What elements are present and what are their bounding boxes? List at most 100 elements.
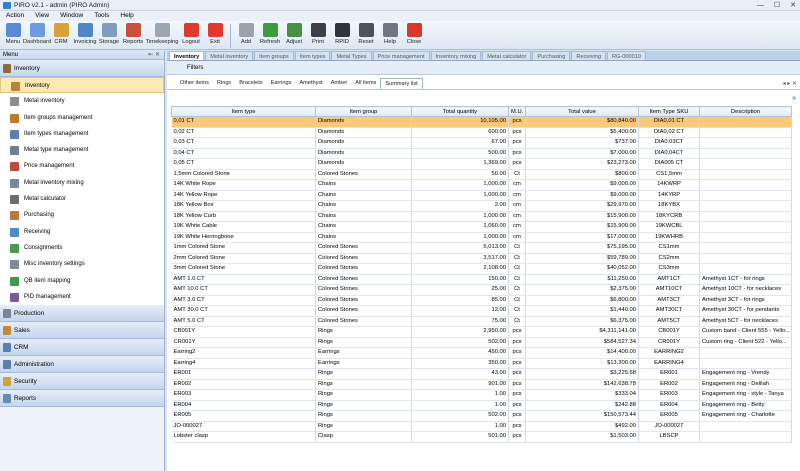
table-row[interactable]: ER005 Rings 502.00 pcs $150,573.44 ER005 Engag…: [171, 410, 792, 422]
sidebar-item-metal-inventory-mixing[interactable]: Metal inventory mixing: [0, 175, 164, 191]
table-row[interactable]: AMT 10.0 CT Colored Stones 25.00 Ct $2,375.0…: [171, 284, 792, 296]
table-row[interactable]: 1,5mm Colored Stone Colored Stones 50.00 Ct…: [171, 169, 792, 180]
sidebar-item-qb-item-mapping[interactable]: QB item mapping: [0, 273, 164, 289]
tab-purchasing[interactable]: Purchasing: [532, 51, 571, 60]
table-row[interactable]: 0,03 CT Diamonds 67.00 pcs $737.00 DIA0.03CT: [171, 137, 792, 149]
toolbar-logout-button[interactable]: Logout: [179, 21, 203, 50]
table-row[interactable]: AMT 3.0 CT Colored Stones 85.00 Ct $6,800.00…: [171, 295, 792, 306]
toolbar-rpid-button[interactable]: RPID: [330, 21, 354, 50]
table-row[interactable]: ER002 Rings 901.00 pcs $142,638.78 ER002 Engag…: [171, 379, 792, 390]
column-header-item-type-sku[interactable]: Item Type SKU: [638, 106, 700, 117]
sidebar-item-receiving[interactable]: Receiving: [0, 224, 164, 240]
toolbar-crm-button[interactable]: CRM: [49, 21, 73, 50]
sidebar-item-misc-inventory-settings[interactable]: Misc inventory settings: [0, 256, 164, 272]
sidebar-item-pid-management[interactable]: PID management: [0, 289, 164, 305]
sidebar-item-metal-calculator[interactable]: Metal calculator: [0, 191, 164, 207]
table-row[interactable]: JO-000027 Rings 1.00 pcs $492.00 JO-000027: [171, 421, 792, 432]
subtab-amethyst[interactable]: Amethyst: [295, 78, 326, 89]
table-row[interactable]: AMT 5.0 CT Colored Stones 75.00 Ct $6,375.00…: [171, 316, 792, 327]
table-row[interactable]: 19K White Cable Chains 1,060.00 cm $15,900.0…: [171, 221, 792, 233]
table-row[interactable]: 0,01 CT Diamonds 10,105.00 pcs $80,840.00 DIA…: [171, 116, 792, 128]
menu-tools[interactable]: Tools: [91, 11, 117, 21]
table-row[interactable]: CB001Y Rings 2,950.00 pcs $4,311,141.00 CB001…: [171, 326, 792, 338]
minimize-icon[interactable]: —: [757, 0, 764, 11]
sidebar-item-inventory[interactable]: Inventory: [0, 77, 164, 94]
table-row[interactable]: Earring2 Earrings 450.00 pcs $14,400.00 EARRI…: [171, 347, 792, 359]
table-row[interactable]: 19K White Herringbone Chains 1,000.00 cm $17…: [171, 232, 792, 243]
menu-help[interactable]: Help: [117, 11, 141, 21]
column-header-total-quantity[interactable]: Total quantity: [411, 106, 509, 117]
column-header-item-type[interactable]: Item type: [171, 106, 316, 117]
toolbar-reports-button[interactable]: Reports: [121, 21, 145, 50]
table-row[interactable]: ER004 Rings 1.00 pcs $242.88 ER004 Engagement …: [171, 400, 792, 411]
tab-inventory-mixing[interactable]: Inventory mixing: [430, 51, 482, 60]
table-row[interactable]: 2mm Colored Stone Colored Stones 3,517.00 C…: [171, 253, 792, 264]
tab-price-management[interactable]: Price management: [372, 51, 430, 60]
sidebar-group-security[interactable]: Security: [0, 373, 164, 391]
toolbar-reset-button[interactable]: Reset: [354, 21, 378, 50]
table-row[interactable]: 0,02 CT Diamonds 600.00 pcs $5,400.00 DIA0,02…: [171, 127, 792, 138]
subtab-nav-icons[interactable]: ◂ ▸ ✕: [783, 80, 797, 87]
table-row[interactable]: Earring4 Earrings 350.00 pcs $13,300.00 EARRI…: [171, 358, 792, 369]
sidebar-item-item-groups-management[interactable]: Item groups management: [0, 110, 164, 126]
table-row[interactable]: 0,05 CT Diamonds 1,369.00 pcs $23,273.00 DIA0…: [171, 158, 792, 170]
subtab-all-items[interactable]: All items: [351, 78, 380, 89]
subtab-bracelets[interactable]: Bracelets: [235, 78, 266, 89]
table-row[interactable]: AMT 1.0 CT Colored Stones 150.00 Ct $11,250.…: [171, 274, 792, 285]
table-row[interactable]: ER003 Rings 1.00 pcs $333.04 ER003 Engagement …: [171, 389, 792, 401]
tab-item-types[interactable]: Item types: [294, 51, 331, 60]
maximize-icon[interactable]: ☐: [774, 0, 780, 11]
table-row[interactable]: 1mm Colored Stone Colored Stones 5,013.00 C…: [171, 242, 792, 254]
toolbar-help-button[interactable]: Help: [378, 21, 402, 50]
column-header-item-group[interactable]: Item group: [315, 106, 412, 117]
tab-inventory[interactable]: Inventory: [169, 51, 205, 60]
sidebar-item-price-management[interactable]: Price management: [0, 158, 164, 174]
sidebar-group-production[interactable]: Production: [0, 305, 164, 323]
column-header-total-value[interactable]: Total value: [525, 106, 639, 117]
tab-metal-types[interactable]: Metal Types: [331, 51, 372, 60]
toolbar-dashboard-button[interactable]: Dashboard: [23, 21, 51, 50]
sidebar-item-metal-inventory[interactable]: Metal inventory: [0, 93, 164, 109]
table-row[interactable]: 0,04 CT Diamonds 500.00 pcs $7,000.00 DIA0,04…: [171, 148, 792, 159]
table-row[interactable]: 18K Yellow Box Chains 2.00 cm $29,970.00 18KY…: [171, 200, 792, 212]
table-row[interactable]: ER001 Rings 43.00 pcs $3,225.68 ER001 Engageme…: [171, 368, 792, 380]
subtab-other-items[interactable]: Other items: [176, 78, 213, 89]
subtab-amber[interactable]: Amber: [327, 78, 351, 89]
table-row[interactable]: Lobster clasp Clasp 501.00 pcs $1,503.00 LBSC…: [171, 431, 792, 443]
toolbar-storage-button[interactable]: Storage: [97, 21, 121, 50]
sidebar-item-purchasing[interactable]: Purchasing: [0, 207, 164, 223]
sidebar-group-sales[interactable]: Sales: [0, 322, 164, 340]
sidebar-group-crm[interactable]: CRM: [0, 339, 164, 357]
subtab-rings[interactable]: Rings: [213, 78, 235, 89]
sidebar-group-reports[interactable]: Reports: [0, 390, 164, 408]
table-row[interactable]: CR001Y Rings 502.00 pcs $584,527.34 CR001Y Cus…: [171, 337, 792, 348]
menu-view[interactable]: View: [32, 11, 57, 21]
table-row[interactable]: 14K White Rope Chains 1,000.00 cm $9,000.00 1…: [171, 179, 792, 191]
table-row[interactable]: 14K Yellow Rope Chains 1,000.00 cm $9,000.00…: [171, 190, 792, 201]
sidebar-group-administration[interactable]: Administration: [0, 356, 164, 374]
toolbar-print-button[interactable]: Print: [306, 21, 330, 50]
tab-metal-inventory[interactable]: Metal inventory: [205, 51, 254, 60]
menu-window[interactable]: Window: [57, 11, 91, 21]
expand-chevron-icon[interactable]: »: [792, 95, 796, 102]
sidebar-group-inventory[interactable]: Inventory: [0, 60, 164, 77]
sidebar-pin-icon[interactable]: ⇤ ✕: [148, 51, 160, 60]
sidebar-item-item-types-management[interactable]: Item types management: [0, 126, 164, 142]
menu-action[interactable]: Action: [3, 11, 32, 21]
toolbar-exit-button[interactable]: Exit: [203, 21, 227, 50]
close-window-icon[interactable]: ✕: [790, 0, 796, 11]
subtab-earrings[interactable]: Earrings: [267, 78, 296, 89]
tab-rg-000010[interactable]: RG-000010: [607, 51, 646, 60]
toolbar-refresh-button[interactable]: Refresh: [258, 21, 282, 50]
toolbar-adjust-button[interactable]: Adjust: [282, 21, 306, 50]
column-header-m-u[interactable]: M.U.: [508, 106, 526, 117]
toolbar-invoicing-button[interactable]: Invoicing: [73, 21, 97, 50]
toolbar-close-button[interactable]: Close: [402, 21, 426, 50]
filters-bar[interactable]: Filters: [167, 61, 800, 75]
table-row[interactable]: 3mm Colored Stone Colored Stones 2,108.00 C…: [171, 263, 792, 275]
sidebar-item-metal-type-management[interactable]: Metal type management: [0, 142, 164, 158]
table-row[interactable]: AMT 30.0 CT Colored Stones 12.00 Ct $1,440.0…: [171, 305, 792, 317]
tab-receiving[interactable]: Receiving: [571, 51, 606, 60]
column-header-description[interactable]: Description: [699, 106, 792, 117]
toolbar-menu-button[interactable]: Menu: [1, 21, 25, 50]
